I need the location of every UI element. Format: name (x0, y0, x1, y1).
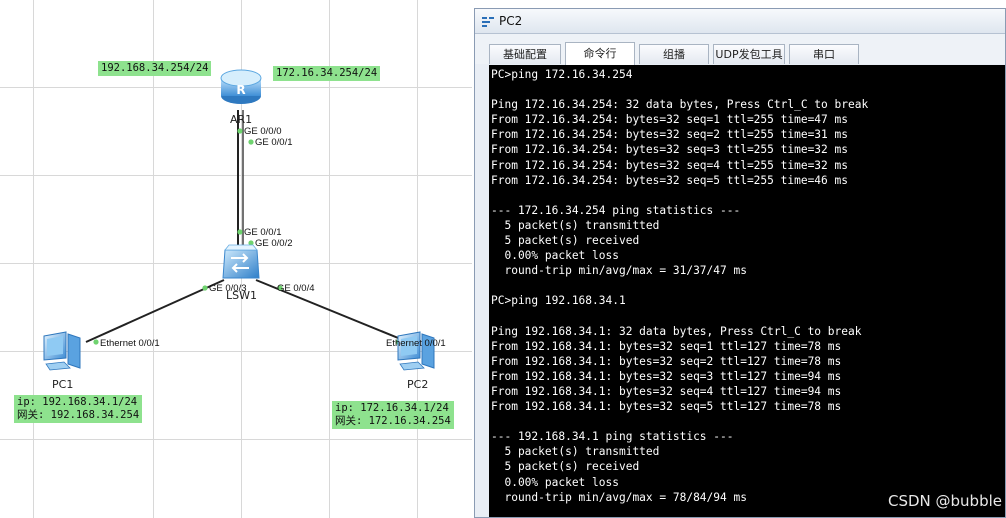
pc1-ip-tag: ip: 192.168.34.1/24 网关: 192.168.34.254 (14, 395, 143, 423)
tab-bar: 基础配置 命令行 组播 UDP发包工具 串口 (475, 34, 1005, 65)
console-line: --- 172.16.34.254 ping statistics --- (491, 203, 741, 217)
tab-multicast[interactable]: 组播 (639, 44, 709, 64)
tab-basic-config[interactable]: 基础配置 (489, 44, 561, 64)
console-line: From 192.168.34.1: bytes=32 seq=4 ttl=12… (491, 384, 842, 398)
tab-label: 组播 (663, 48, 685, 61)
pc2-ip: ip: 172.16.34.1/24 (335, 402, 449, 414)
console-line: 5 packet(s) transmitted (491, 218, 660, 232)
window-titlebar[interactable]: PC2 (475, 9, 1005, 34)
console-line: From 172.16.34.254: bytes=32 seq=3 ttl=2… (491, 143, 848, 157)
console-line: PC>ping 192.168.34.1 (491, 294, 626, 308)
console-line: From 192.168.34.1: bytes=32 seq=3 ttl=12… (491, 369, 842, 383)
console-line: From 172.16.34.254: bytes=32 seq=5 ttl=2… (491, 173, 848, 187)
tab-label: 串口 (813, 48, 835, 61)
tab-label: 命令行 (583, 47, 617, 60)
port-dot (237, 128, 243, 134)
console-line: 5 packet(s) received (491, 460, 640, 474)
topology-canvas[interactable]: R AR1 192.168.34.254/24 172.16.34.254/24… (0, 0, 472, 518)
switch-icon[interactable] (219, 244, 261, 288)
tab-command-line[interactable]: 命令行 (565, 42, 635, 65)
router-ip-right-tag: 172.16.34.254/24 (273, 66, 381, 81)
console-line: Ping 192.168.34.1: 32 data bytes, Press … (491, 324, 862, 338)
console-line: 5 packet(s) transmitted (491, 445, 660, 459)
router-icon[interactable]: R (219, 66, 263, 110)
console-line: From 172.16.34.254: bytes=32 seq=1 ttl=2… (491, 113, 848, 127)
pc2-port: Ethernet 0/0/1 (386, 338, 446, 349)
console-line: From 192.168.34.1: bytes=32 seq=5 ttl=12… (491, 400, 842, 414)
pc-window-icon (481, 14, 495, 33)
pc2-gateway: 网关: 172.16.34.254 (335, 415, 451, 427)
switch-port-ge003: GE 0/0/3 (209, 283, 247, 294)
pc2-ip-tag: ip: 172.16.34.1/24 网关: 172.16.34.254 (332, 401, 454, 429)
port-dot (237, 229, 243, 235)
console-line: 0.00% packet loss (491, 475, 619, 489)
svg-text:R: R (236, 83, 245, 97)
router-port-ge001: GE 0/0/1 (255, 137, 293, 148)
console-line: --- 192.168.34.1 ping statistics --- (491, 430, 734, 444)
port-dot (202, 285, 208, 291)
pc2-window[interactable]: PC2 基础配置 命令行 组播 UDP发包工具 串口 PC>ping 172.1… (474, 8, 1006, 518)
pc1-ip: ip: 192.168.34.1/24 (17, 396, 138, 408)
console-line: Ping 172.16.34.254: 32 data bytes, Press… (491, 98, 869, 112)
console-line: From 192.168.34.1: bytes=32 seq=1 ttl=12… (491, 339, 842, 353)
console-line: From 172.16.34.254: bytes=32 seq=4 ttl=2… (491, 158, 848, 172)
router-port-ge000: GE 0/0/0 (244, 126, 282, 137)
pc1-port: Ethernet 0/0/1 (100, 338, 160, 349)
console-line: 0.00% packet loss (491, 249, 619, 263)
port-dot (93, 339, 99, 345)
pc1-gateway: 网关: 192.168.34.254 (17, 409, 140, 421)
command-console[interactable]: PC>ping 172.16.34.254 Ping 172.16.34.254:… (489, 65, 1005, 517)
pc1-icon[interactable] (40, 330, 86, 378)
tab-label: UDP发包工具 (715, 48, 783, 61)
console-line: From 172.16.34.254: bytes=32 seq=2 ttl=2… (491, 128, 848, 142)
console-line: From 192.168.34.1: bytes=32 seq=2 ttl=12… (491, 354, 842, 368)
switch-port-ge004: GE 0/0/4 (277, 283, 315, 294)
tab-udp-tool[interactable]: UDP发包工具 (713, 44, 785, 64)
switch-port-ge002: GE 0/0/2 (255, 238, 293, 249)
window-title: PC2 (499, 14, 523, 28)
pc1-label: PC1 (52, 378, 74, 391)
tab-label: 基础配置 (503, 48, 547, 61)
port-dot (248, 139, 254, 145)
router-ip-left-tag: 192.168.34.254/24 (98, 61, 212, 76)
tab-serial[interactable]: 串口 (789, 44, 859, 64)
console-line: round-trip min/avg/max = 31/37/47 ms (491, 264, 747, 278)
pc2-label: PC2 (407, 378, 429, 391)
console-line: 5 packet(s) received (491, 234, 640, 248)
watermark: CSDN @bubble (887, 492, 1002, 510)
router-label: AR1 (230, 113, 253, 126)
console-line: PC>ping 172.16.34.254 (491, 68, 633, 81)
switch-port-ge001: GE 0/0/1 (244, 227, 282, 238)
